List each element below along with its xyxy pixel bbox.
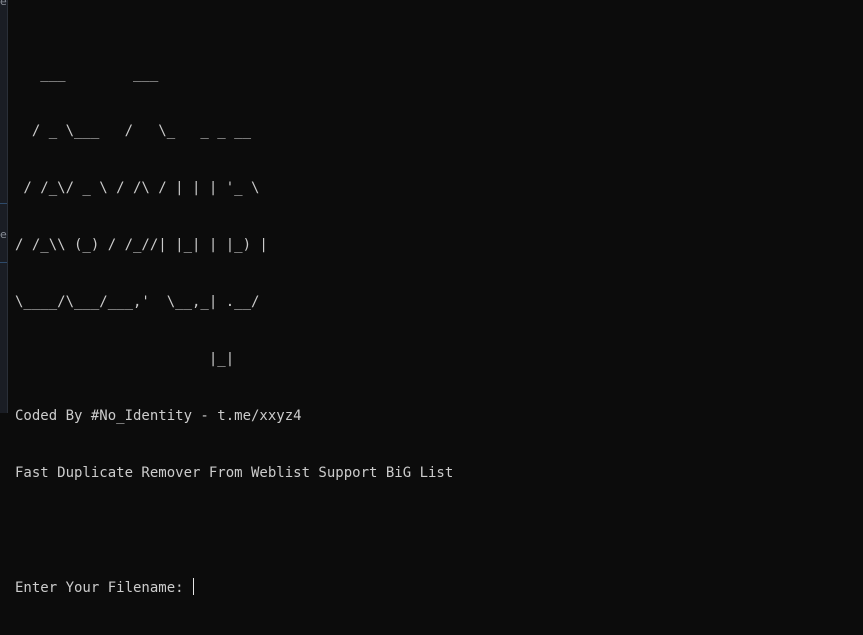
terminal-output: ___ ___ / _ \___ / \_ _ _ __ / /_\/ _ \ … bbox=[15, 27, 453, 635]
ascii-banner-line: / _ \___ / \_ _ _ __ bbox=[15, 123, 252, 139]
ascii-banner-line: / /_\\ (_) / /_//| |_| | |_) | bbox=[15, 237, 268, 253]
ascii-banner-line: ___ ___ bbox=[15, 66, 159, 82]
background-window-text-fragment: e bbox=[0, 0, 7, 8]
terminal-window[interactable]: ___ ___ / _ \___ / \_ _ _ __ / /_\/ _ \ … bbox=[8, 0, 863, 596]
filename-prompt-label: Enter Your Filename: bbox=[15, 580, 193, 596]
credit-line: Coded By #No_Identity - t.me/xxyz4 bbox=[15, 408, 302, 424]
ascii-banner-line: \____/\___/___,' \__,_| .__/ bbox=[15, 294, 260, 310]
text-cursor bbox=[193, 578, 195, 595]
filename-prompt-row[interactable]: Enter Your Filename: bbox=[15, 578, 453, 597]
background-window-divider bbox=[0, 203, 7, 204]
description-line: Fast Duplicate Remover From Weblist Supp… bbox=[15, 465, 454, 481]
background-window-text-fragment-2: er bbox=[0, 228, 7, 241]
ascii-banner-line: / /_\/ _ \ / /\ / | | | '_ \ bbox=[15, 180, 260, 196]
ascii-banner-line: |_| bbox=[15, 351, 235, 367]
background-window-edge: e er bbox=[0, 0, 8, 413]
background-window-divider-2 bbox=[0, 262, 7, 263]
